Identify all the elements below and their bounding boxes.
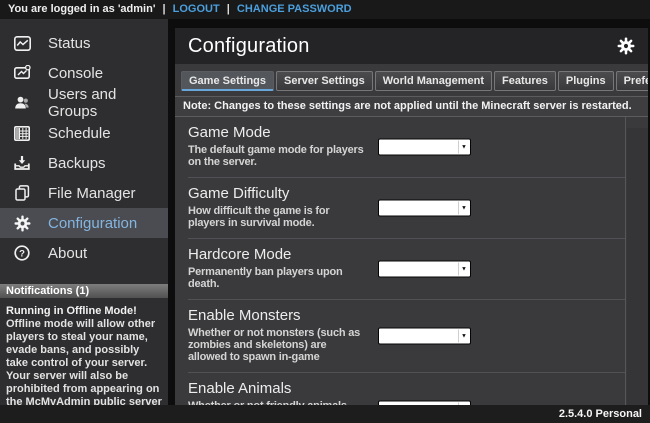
change-password-link[interactable]: CHANGE PASSWORD [237, 3, 352, 15]
settings-list: Game Mode The default game mode for play… [175, 117, 626, 405]
sidebar-item-schedule[interactable]: Schedule [0, 118, 168, 148]
backups-download-icon [13, 154, 31, 172]
setting-description: The default game mode for players on the… [188, 144, 368, 168]
svg-text:?: ? [19, 248, 25, 259]
logged-in-text: You are logged in as 'admin' [8, 3, 155, 15]
logout-link[interactable]: LOGOUT [173, 3, 220, 15]
setting-enable-monsters: Enable Monsters Whether or not monsters … [188, 299, 625, 372]
tab-game-settings[interactable]: Game Settings [181, 71, 274, 91]
setting-description: Whether or not monsters (such as zombies… [188, 327, 368, 363]
sidebar-item-label: About [48, 245, 87, 262]
sidebar-item-users-and-groups[interactable]: Users and Groups [0, 88, 168, 118]
version-text: 2.5.4.0 Personal [559, 408, 642, 420]
configuration-panel: Configuration Game Settings Server Setti… [175, 28, 648, 405]
enable-monsters-select[interactable]: ▼ [378, 328, 471, 345]
schedule-calendar-icon [13, 124, 31, 142]
separator: | [155, 3, 172, 15]
sidebar-item-file-manager[interactable]: File Manager [0, 178, 168, 208]
sidebar-item-label: Backups [48, 155, 106, 172]
restart-note: Note: Changes to these settings are not … [175, 96, 648, 117]
page-title: Configuration [188, 35, 617, 58]
sidebar-item-label: Console [48, 65, 103, 82]
sidebar-item-label: Schedule [48, 125, 111, 142]
sidebar-item-label: Status [48, 35, 91, 52]
setting-description: How difficult the game is for players in… [188, 205, 368, 229]
setting-game-mode: Game Mode The default game mode for play… [188, 117, 625, 177]
notifications-header: Notifications (1) [0, 284, 168, 298]
status-chart-icon [13, 34, 31, 52]
setting-enable-animals: Enable Animals Whether or not friendly a… [188, 372, 625, 405]
sidebar-item-backups[interactable]: Backups [0, 148, 168, 178]
tab-plugins[interactable]: Plugins [558, 71, 614, 91]
sidebar-item-status[interactable]: Status [0, 28, 168, 58]
settings-gear-icon[interactable] [617, 37, 635, 55]
notification-item: Running in Offline Mode! Offline mode wi… [0, 298, 168, 422]
login-status-bar: You are logged in as 'admin' | LOGOUT | … [0, 0, 650, 19]
question-circle-icon: ? [13, 244, 31, 262]
file-manager-icon [13, 184, 31, 202]
sidebar-item-console[interactable]: Console [0, 58, 168, 88]
sidebar-item-label: File Manager [48, 185, 136, 202]
gear-icon [13, 214, 31, 232]
scrollbar-track [627, 128, 648, 405]
game-difficulty-select[interactable]: ▼ [378, 200, 471, 217]
tab-features[interactable]: Features [494, 71, 556, 91]
tab-world-management[interactable]: World Management [375, 71, 492, 91]
hardcore-mode-select[interactable]: ▼ [378, 261, 471, 278]
setting-game-difficulty: Game Difficulty How difficult the game i… [188, 177, 625, 238]
console-icon [13, 64, 31, 82]
game-mode-select[interactable]: ▼ [378, 139, 471, 156]
sidebar-item-about[interactable]: ? About [0, 238, 168, 268]
config-tabs: Game Settings Server Settings World Mana… [181, 71, 646, 91]
tab-preferences[interactable]: Preferences [616, 71, 648, 91]
dropdown-arrow-icon: ▼ [458, 141, 469, 154]
sidebar-item-label: Configuration [48, 215, 137, 232]
users-icon [13, 94, 31, 112]
dropdown-arrow-icon: ▼ [458, 263, 469, 276]
version-footer: 2.5.4.0 Personal [0, 405, 650, 423]
sidebar-item-configuration[interactable]: Configuration [0, 208, 168, 238]
separator: | [220, 3, 237, 15]
setting-title: Enable Animals [188, 380, 625, 397]
dropdown-arrow-icon: ▼ [458, 330, 469, 343]
sidebar: Status Console Users and Groups Schedule [0, 19, 168, 405]
setting-description: Permanently ban players upon death. [188, 266, 368, 290]
notification-title: Running in Offline Mode! [6, 305, 162, 318]
panel-titlebar: Configuration [175, 28, 648, 64]
sidebar-item-label: Users and Groups [48, 86, 168, 120]
setting-hardcore-mode: Hardcore Mode Permanently ban players up… [188, 238, 625, 299]
notifications-panel: Notifications (1) Running in Offline Mod… [0, 284, 168, 422]
tab-server-settings[interactable]: Server Settings [276, 71, 373, 91]
setting-title: Enable Monsters [188, 307, 625, 324]
dropdown-arrow-icon: ▼ [458, 202, 469, 215]
sidebar-nav: Status Console Users and Groups Schedule [0, 19, 168, 268]
